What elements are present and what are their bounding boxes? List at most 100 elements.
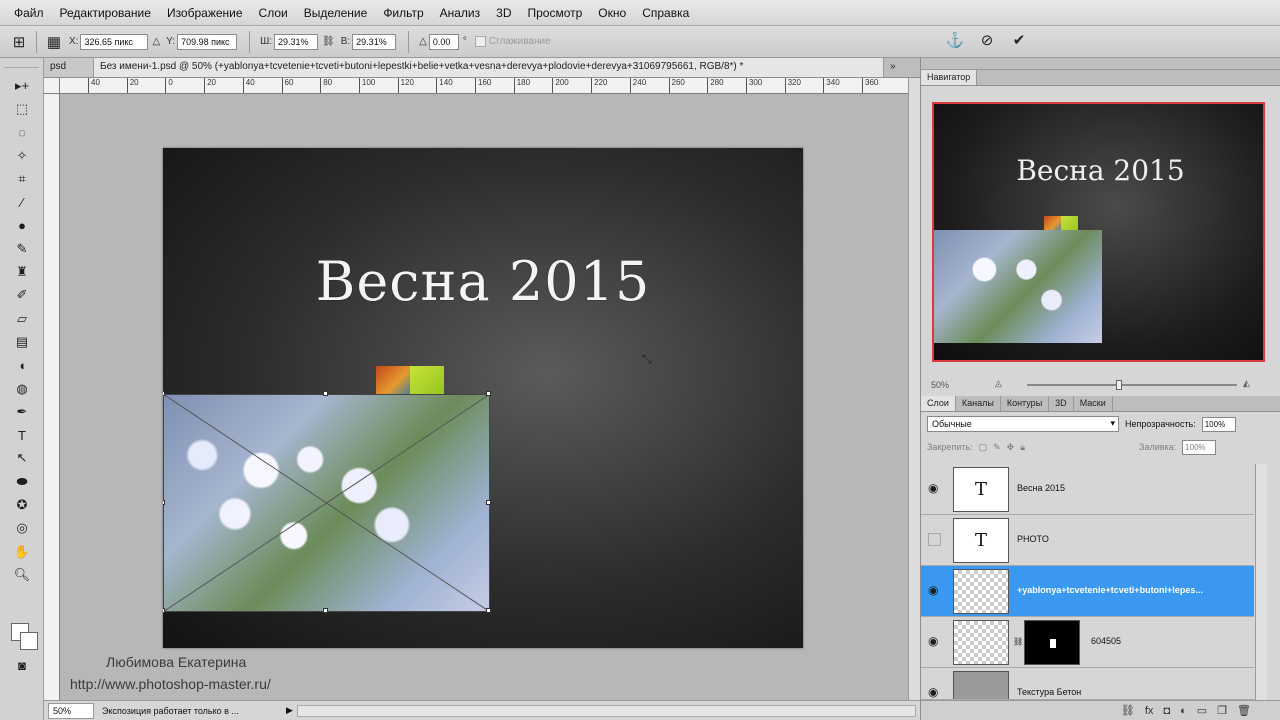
transform-handle[interactable] xyxy=(323,608,328,613)
tab-navigator[interactable]: Навигатор xyxy=(921,70,978,85)
blossom-photo-layer[interactable] xyxy=(163,391,491,613)
tab-channels[interactable]: Каналы xyxy=(956,396,1001,411)
horizontal-ruler[interactable]: 40 20 0 20 40 60 80 100 120 140 160 180 200 220 240 260… xyxy=(60,78,908,94)
hand-tool-icon[interactable]: ✋ xyxy=(0,540,44,563)
tab-3d[interactable]: 3D xyxy=(1049,396,1074,411)
tabs-overflow-icon[interactable]: » xyxy=(884,58,920,77)
panel-dock-bar[interactable] xyxy=(921,58,1280,70)
layer-name[interactable]: Текстура Бетон xyxy=(1017,687,1253,697)
layer-style-icon[interactable]: fx xyxy=(1145,705,1154,717)
menu-filter[interactable]: Фильтр xyxy=(375,0,431,26)
y-input[interactable]: 709.98 пикс xyxy=(177,33,238,50)
tab-masks[interactable]: Маски xyxy=(1074,396,1113,411)
panel-grip[interactable] xyxy=(4,58,39,68)
layer-mask-thumbnail[interactable] xyxy=(1024,620,1080,665)
spot-heal-tool-icon[interactable]: ● xyxy=(0,214,44,237)
document-canvas[interactable]: Весна 2015 xyxy=(163,148,803,648)
menu-analysis[interactable]: Анализ xyxy=(432,0,489,26)
layer-row[interactable]: ◉ T Весна 2015 xyxy=(921,464,1254,515)
layers-scrollbar[interactable] xyxy=(1255,464,1267,700)
canvas-vertical-scrollbar[interactable] xyxy=(908,78,920,700)
mask-link-icon[interactable]: ⛓ xyxy=(1013,637,1023,646)
lock-transparency-icon[interactable]: ▢ xyxy=(979,442,988,453)
dodge-tool-icon[interactable]: ◍ xyxy=(0,377,44,400)
pen-tool-icon[interactable]: ✒ xyxy=(0,400,44,423)
link-layers-icon[interactable]: ⛓ xyxy=(1121,704,1135,717)
menu-view[interactable]: Просмотр xyxy=(519,0,590,26)
transform-handle[interactable] xyxy=(486,608,491,613)
eyedropper-tool-icon[interactable]: ⁄ xyxy=(0,190,44,213)
tab-paths[interactable]: Контуры xyxy=(1001,396,1050,411)
menu-help[interactable]: Справка xyxy=(634,0,697,26)
height-input[interactable]: 29.31% xyxy=(352,33,397,50)
quick-select-tool-icon[interactable]: ✧ xyxy=(0,144,44,167)
clone-stamp-tool-icon[interactable]: ♜ xyxy=(0,260,44,283)
tab-active-document[interactable]: Без имени-1.psd @ 50% (+yablonya+tcveten… xyxy=(94,58,884,77)
canvas-horizontal-scrollbar[interactable] xyxy=(296,704,916,717)
menu-window[interactable]: Окно xyxy=(590,0,634,26)
navigator-zoom-value[interactable]: 50% xyxy=(931,380,949,390)
status-menu-arrow-icon[interactable]: ▶ xyxy=(286,705,293,716)
blend-mode-select[interactable]: Обычные xyxy=(927,416,1119,432)
transform-tool-icon[interactable]: ⊞ xyxy=(8,31,30,53)
brush-tool-icon[interactable]: ✎ xyxy=(0,237,44,260)
visibility-eye-icon[interactable]: ◉ xyxy=(928,583,944,599)
layer-row[interactable]: ◉ ⛓ 604505 xyxy=(921,617,1254,668)
x-input[interactable]: 326.65 пикс xyxy=(80,33,149,50)
visibility-off-box[interactable] xyxy=(928,533,941,546)
layer-name[interactable]: Весна 2015 xyxy=(1017,483,1253,493)
3d-rotate-tool-icon[interactable]: ✪ xyxy=(0,493,44,516)
layer-name[interactable]: PHOTO xyxy=(1017,534,1253,544)
adjustment-layer-icon[interactable]: ◐ xyxy=(1180,705,1187,717)
transform-handle[interactable] xyxy=(486,391,491,396)
crop-tool-icon[interactable]: ⌗ xyxy=(0,167,44,190)
menu-layers[interactable]: Слои xyxy=(251,0,296,26)
transform-handle[interactable] xyxy=(163,608,165,613)
transform-handle[interactable] xyxy=(486,500,491,505)
lasso-tool-icon[interactable]: ◌ xyxy=(0,121,44,144)
menu-edit[interactable]: Редактирование xyxy=(52,0,159,26)
3d-orbit-tool-icon[interactable]: ◎ xyxy=(0,517,44,540)
fill-input[interactable]: 100% xyxy=(1182,439,1217,455)
tab-previous-document[interactable]: psd xyxy=(44,58,94,77)
visibility-eye-icon[interactable]: ◉ xyxy=(928,634,944,650)
blur-tool-icon[interactable]: ◖ xyxy=(0,354,44,377)
zoom-out-icon[interactable]: ◬ xyxy=(995,378,1002,389)
transform-handle[interactable] xyxy=(323,391,328,396)
layer-name[interactable]: 604505 xyxy=(1091,636,1251,646)
layer-row-selected[interactable]: ◉ +yablonya+tcvetenie+tcveti+butoni+lepe… xyxy=(921,566,1254,617)
quick-mask-icon[interactable]: ◙ xyxy=(0,654,44,677)
layer-row[interactable]: ◉ Текстура Бетон xyxy=(921,668,1254,700)
smoothing-checkbox[interactable] xyxy=(474,36,486,47)
new-group-icon[interactable]: ▭ xyxy=(1197,704,1207,717)
marquee-tool-icon[interactable]: ⬚ xyxy=(0,97,44,120)
tab-layers[interactable]: Слои xyxy=(921,396,956,411)
zoom-tool-icon[interactable]: 🔍︎ xyxy=(0,563,44,586)
commit-transform-icon[interactable]: ✔ xyxy=(1008,29,1030,51)
shape-tool-icon[interactable]: ⬬ xyxy=(0,470,44,493)
zoom-in-icon[interactable]: ◭ xyxy=(1243,378,1250,389)
delete-layer-icon[interactable]: 🗑︎ xyxy=(1237,704,1251,717)
canvas-workspace[interactable]: Весна 2015 ⤡ Любимова Екатерина http://w… xyxy=(60,94,908,700)
angle-input[interactable]: 0.00 xyxy=(428,33,459,50)
menu-3d[interactable]: 3D xyxy=(488,0,519,26)
visibility-eye-icon[interactable]: ◉ xyxy=(928,685,944,699)
background-color-swatch[interactable] xyxy=(20,632,38,650)
new-layer-icon[interactable]: ❐ xyxy=(1217,704,1227,717)
add-mask-icon[interactable]: ◘ xyxy=(1163,705,1170,717)
navigator-zoom-slider[interactable] xyxy=(1027,380,1237,390)
path-select-tool-icon[interactable]: ↖ xyxy=(0,447,44,470)
lock-position-icon[interactable]: ✥ xyxy=(1007,442,1015,453)
eraser-tool-icon[interactable]: ▱ xyxy=(0,307,44,330)
move-tool-icon[interactable]: ▸+ xyxy=(0,74,44,97)
navigator-preview[interactable]: Весна 2015 xyxy=(932,102,1265,362)
cancel-transform-icon[interactable]: ⊘ xyxy=(976,29,998,51)
gradient-tool-icon[interactable]: ▤ xyxy=(0,330,44,353)
menu-file[interactable]: Файл xyxy=(6,0,52,26)
lock-pixels-icon[interactable]: ✎ xyxy=(993,442,1001,453)
link-xy-icon[interactable]: △ xyxy=(152,36,160,47)
type-tool-icon[interactable]: T xyxy=(0,423,44,446)
status-info[interactable]: Экспозиция работает только в ... xyxy=(102,706,282,716)
opacity-input[interactable]: 100% xyxy=(1201,416,1236,432)
lock-all-icon[interactable]: 🔒︎ xyxy=(1020,442,1025,453)
